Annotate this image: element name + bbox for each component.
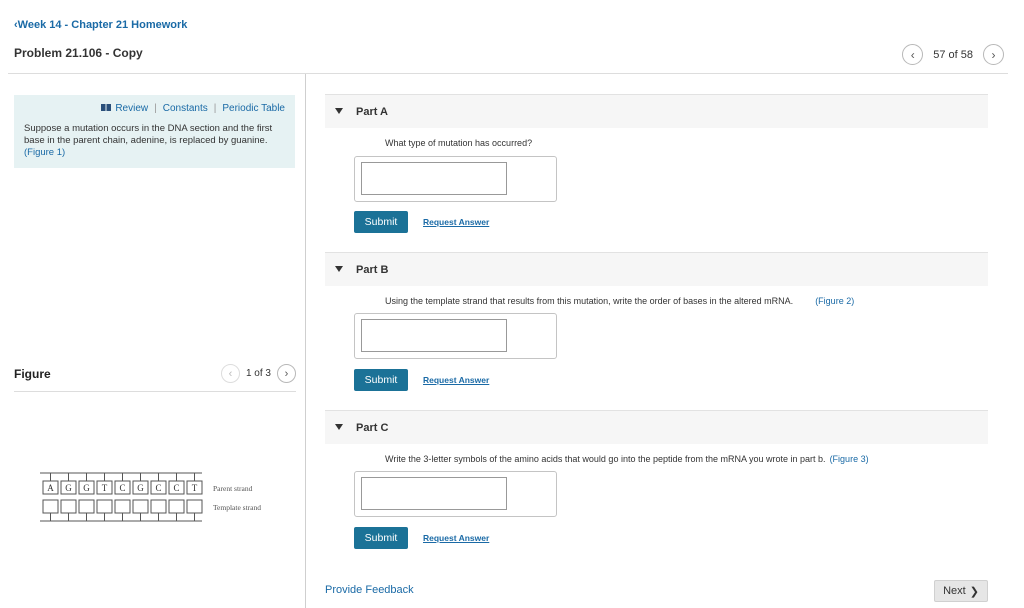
dna-diagram: A G G T C G C C T Parent strand Template strand — [40, 470, 290, 535]
resource-links: Review | Constants | Periodic Table — [24, 103, 285, 114]
parent-base-letter: C — [173, 483, 179, 493]
parent-base-letter: G — [83, 483, 90, 493]
part-a-answer-area — [354, 156, 557, 202]
parent-base-letter: C — [155, 483, 161, 493]
part-c-answer-area — [354, 471, 557, 517]
parent-base-letter: G — [65, 483, 72, 493]
template-strand-label: Template strand — [213, 503, 261, 512]
figure-header: Figure ‹ 1 of 3 › — [14, 364, 296, 392]
separator: | — [213, 103, 217, 114]
next-button-label: Next — [943, 585, 966, 597]
back-link[interactable]: ‹Week 14 - Chapter 21 Homework — [14, 19, 187, 31]
book-icon — [101, 104, 112, 111]
figure-1-link[interactable]: (Figure 1) — [24, 147, 65, 158]
parent-bases: AGGTCGCCT — [42, 473, 203, 495]
dna-strands-svg: A G G T C G C C T Parent strand Template strand — [40, 472, 261, 522]
part-b-question: Using the template strand that results f… — [385, 296, 854, 306]
chevron-right-icon: ❯ — [969, 585, 979, 598]
constants-link[interactable]: Constants — [163, 103, 208, 114]
parent-strand-label: Parent strand — [213, 484, 253, 493]
figure-position: 1 of 3 — [245, 368, 271, 379]
back-link-label: Week 14 - Chapter 21 Homework — [17, 19, 188, 31]
next-figure-button[interactable]: › — [277, 364, 296, 383]
collapse-triangle-icon — [335, 266, 343, 272]
part-b-title: Part B — [356, 264, 389, 276]
intro-statement: Suppose a mutation occurs in the DNA sec… — [24, 123, 273, 146]
part-b-request-answer-link[interactable]: Request Answer — [423, 375, 489, 385]
figure-3-link[interactable]: (Figure 3) — [830, 454, 869, 464]
collapse-triangle-icon — [335, 424, 343, 430]
part-c-request-answer-link[interactable]: Request Answer — [423, 533, 489, 543]
problem-pager: ‹ 57 of 58 › — [902, 44, 1004, 65]
part-a-header[interactable]: Part A — [325, 94, 988, 128]
part-c-header[interactable]: Part C — [325, 410, 988, 444]
part-a-submit-button[interactable]: Submit — [354, 211, 408, 233]
part-a-answer-field[interactable] — [361, 162, 507, 195]
part-a-question-text: What type of mutation has occurred? — [385, 138, 533, 148]
problem-title: Problem 21.106 - Copy — [14, 46, 143, 60]
intro-text: Suppose a mutation occurs in the DNA sec… — [24, 123, 285, 159]
part-a-question: What type of mutation has occurred? — [385, 138, 532, 148]
part-b-question-text: Using the template strand that results f… — [385, 296, 794, 306]
separator: | — [154, 103, 157, 114]
provide-feedback-link[interactable]: Provide Feedback — [325, 584, 414, 596]
part-c-title: Part C — [356, 422, 389, 434]
prev-figure-button[interactable]: ‹ — [220, 364, 240, 383]
part-a-title: Part A — [356, 106, 388, 118]
part-b-header[interactable]: Part B — [325, 252, 988, 286]
template-base-box — [96, 499, 113, 514]
header-divider — [8, 73, 1008, 74]
next-button[interactable]: Next ❯ — [934, 580, 988, 602]
template-base-box — [150, 499, 167, 514]
parent-base-letter: T — [102, 483, 108, 493]
template-base-box — [60, 499, 77, 514]
part-b-submit-button[interactable]: Submit — [354, 369, 408, 391]
part-c-question-text: Write the 3-letter symbols of the amino … — [385, 454, 826, 464]
part-c-answer-field[interactable] — [361, 477, 507, 510]
template-base-box — [186, 499, 203, 514]
collapse-triangle-icon — [335, 108, 343, 114]
template-base-box — [132, 499, 149, 514]
template-base-box — [42, 499, 59, 514]
figure-2-link[interactable]: (Figure 2) — [815, 296, 854, 306]
part-b-answer-area — [354, 313, 557, 359]
part-c-submit-button[interactable]: Submit — [354, 527, 408, 549]
template-base-box — [114, 499, 131, 514]
next-problem-button[interactable]: › — [983, 44, 1004, 65]
template-base-box — [78, 499, 95, 514]
intro-panel: Review | Constants | Periodic Table Suppose … — [14, 95, 295, 168]
review-link[interactable]: Review — [115, 103, 148, 114]
figure-pager: ‹ 1 of 3 › — [220, 364, 296, 383]
part-b-answer-field[interactable] — [361, 319, 507, 352]
part-c-question: Write the 3-letter symbols of the amino … — [385, 454, 869, 464]
parent-base-letter: G — [137, 483, 144, 493]
part-a-request-answer-link[interactable]: Request Answer — [423, 217, 489, 227]
parent-base-letter: T — [192, 483, 198, 493]
column-divider — [305, 74, 306, 608]
prev-problem-button[interactable]: ‹ — [902, 44, 924, 65]
parent-base-letter: C — [119, 483, 125, 493]
template-bases — [42, 499, 203, 521]
periodic-table-link[interactable]: Periodic Table — [222, 103, 285, 114]
problem-position: 57 of 58 — [933, 48, 973, 61]
parent-base-letter: A — [47, 483, 54, 493]
figure-label: Figure — [14, 367, 51, 381]
template-base-box — [168, 499, 185, 514]
